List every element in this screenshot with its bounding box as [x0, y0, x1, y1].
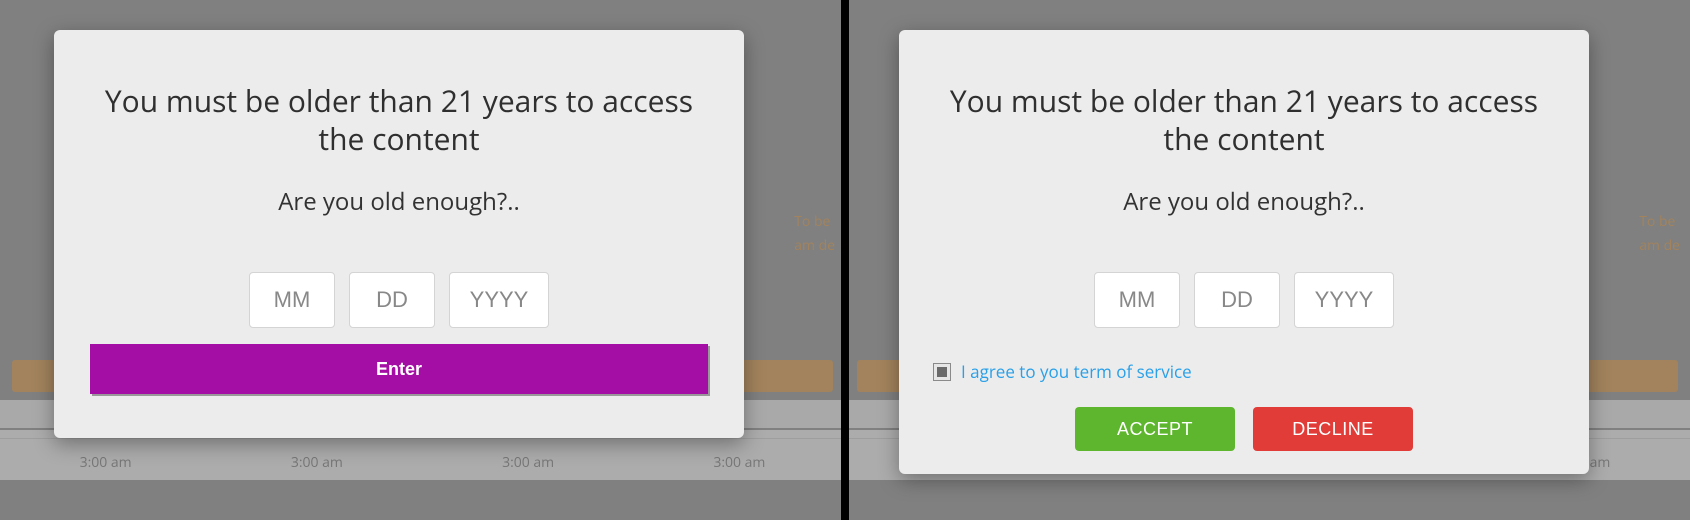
birth-month-input[interactable]: [1094, 272, 1180, 328]
terms-link[interactable]: I agree to you term of service: [961, 360, 1192, 383]
birth-month-input[interactable]: [249, 272, 335, 328]
accept-button[interactable]: ACCEPT: [1075, 407, 1235, 451]
left-panel: To beam de 3:00 am 3:00 am 3:00 am 3:00 …: [0, 0, 845, 520]
dialog-subtitle: Are you old enough?..: [80, 185, 718, 218]
birth-year-input[interactable]: [449, 272, 549, 328]
dialog-title: You must be older than 21 years to acces…: [90, 82, 708, 157]
terms-checkbox[interactable]: [933, 363, 951, 381]
checkbox-checked-icon: [937, 367, 947, 377]
button-row: ACCEPT DECLINE: [925, 407, 1563, 451]
right-panel: To beam de 3:00 am 3:00 am 3:00 am 3:00 …: [845, 0, 1690, 520]
panel-divider: [841, 0, 849, 520]
birth-day-input[interactable]: [349, 272, 435, 328]
dialog-subtitle: Are you old enough?..: [925, 185, 1563, 218]
age-gate-dialog-terms: You must be older than 21 years to acces…: [899, 30, 1589, 474]
terms-row: I agree to you term of service: [925, 360, 1563, 383]
birth-day-input[interactable]: [1194, 272, 1280, 328]
enter-button[interactable]: Enter: [90, 344, 708, 394]
date-input-row: [925, 272, 1563, 328]
age-gate-dialog-enter: You must be older than 21 years to acces…: [54, 30, 744, 438]
dialog-title: You must be older than 21 years to acces…: [935, 82, 1553, 157]
decline-button[interactable]: DECLINE: [1253, 407, 1413, 451]
birth-year-input[interactable]: [1294, 272, 1394, 328]
date-input-row: [80, 272, 718, 328]
